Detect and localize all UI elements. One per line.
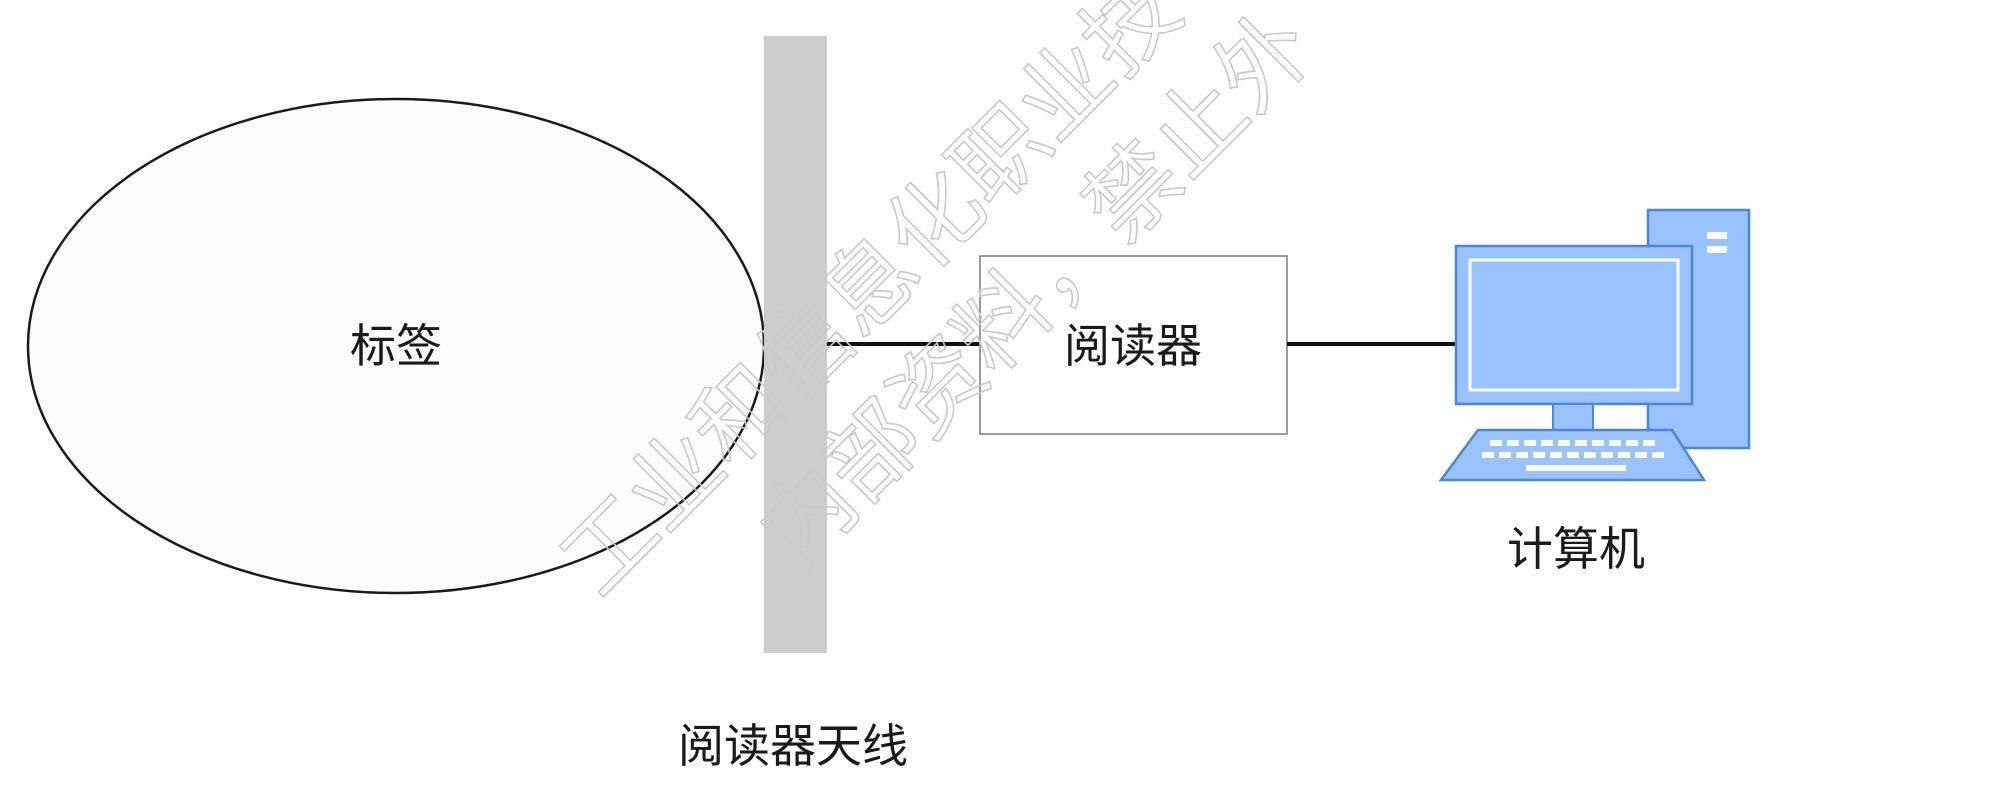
computer-label: 计算机	[1507, 522, 1645, 576]
tower-slot-2	[1707, 246, 1727, 253]
tower-slot-1	[1707, 232, 1727, 239]
reader-label: 阅读器	[1064, 319, 1202, 373]
monitor-stand	[1552, 403, 1594, 431]
desktop-computer-icon: 计算机	[1438, 208, 1751, 576]
tag-label: 标签	[350, 319, 442, 373]
computer-screen	[1468, 258, 1680, 392]
antenna-label: 阅读器天线	[678, 719, 908, 773]
rfid-system-diagram: 标签 阅读器天线 阅读器 计算机 工业和信息化职业技 内部资料，禁止外	[26, 0, 1751, 773]
